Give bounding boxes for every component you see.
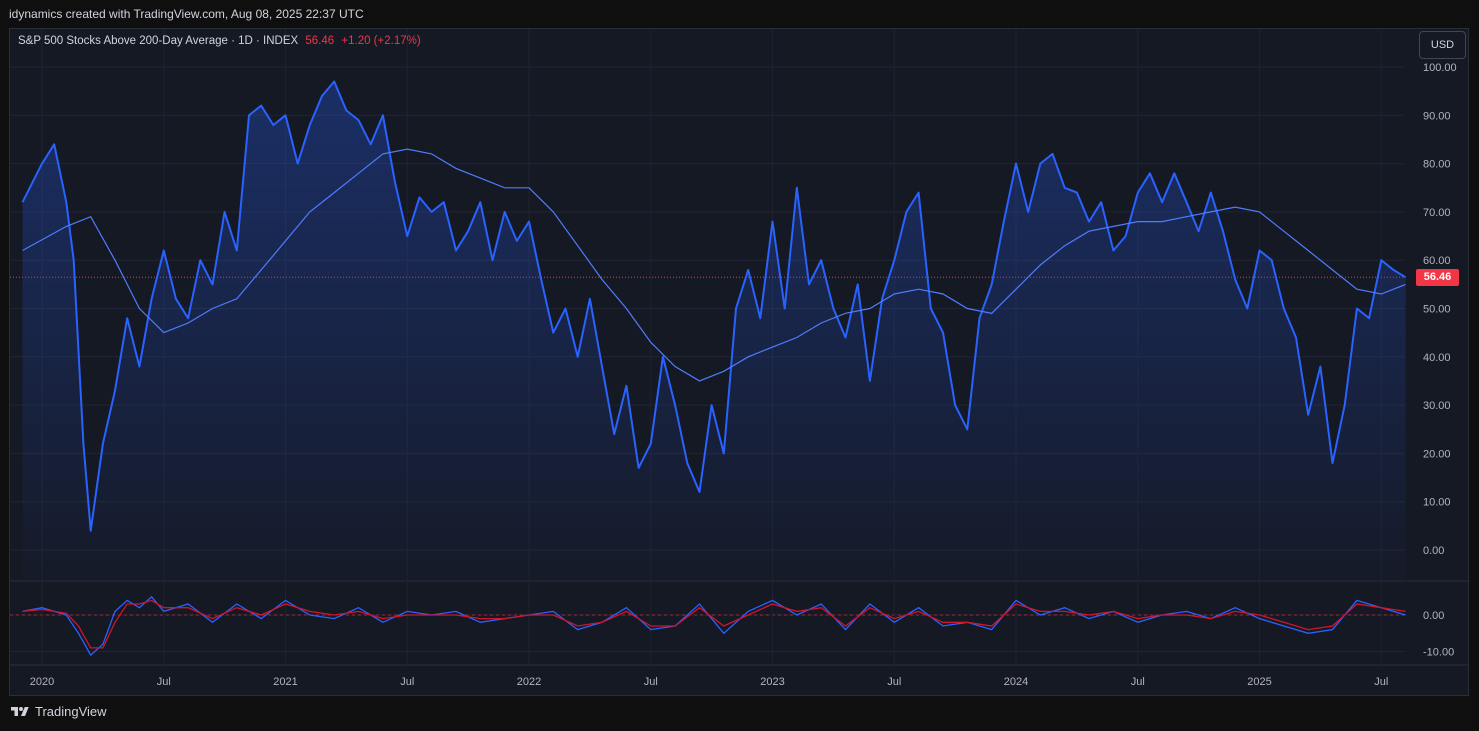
y-tick-label: 40.00	[1423, 352, 1451, 364]
footer-brand[interactable]: TradingView	[10, 704, 107, 719]
x-tick-label: Jul	[644, 676, 658, 688]
legend-symbol: S&P 500 Stocks Above 200-Day Average · 1…	[18, 35, 299, 47]
x-tick-label: Jul	[157, 676, 171, 688]
x-tick-label: 2025	[1247, 676, 1271, 688]
oscillator-blue-line	[22, 595, 1406, 657]
last-price-tag: 56.46	[1416, 269, 1459, 286]
x-tick-label: Jul	[1374, 676, 1388, 688]
osc-y-tick-label: 0.00	[1423, 610, 1444, 622]
y-tick-label: 90.00	[1423, 110, 1451, 122]
x-tick-label: Jul	[1131, 676, 1145, 688]
x-tick-label: Jul	[400, 676, 414, 688]
legend-change: +1.20 (+2.17%)	[341, 35, 421, 47]
y-tick-label: 0.00	[1423, 545, 1444, 557]
y-tick-label: 80.00	[1423, 159, 1451, 171]
x-tick-label: 2023	[760, 676, 784, 688]
y-tick-label: 60.00	[1423, 255, 1451, 267]
legend-last-value: 56.46	[305, 35, 335, 47]
x-tick-label: 2022	[517, 676, 541, 688]
main-series	[21, 80, 1407, 580]
y-tick-label: 70.00	[1423, 207, 1451, 219]
currency-button[interactable]: USD	[1419, 31, 1466, 59]
x-tick-label: Jul	[887, 676, 901, 688]
x-tick-label: 2021	[273, 676, 297, 688]
y-tick-label: 20.00	[1423, 448, 1451, 460]
main-area-fill	[22, 81, 1406, 580]
y-tick-label: 50.00	[1423, 304, 1451, 316]
legend[interactable]: S&P 500 Stocks Above 200-Day Average · 1…	[18, 35, 421, 47]
tradingview-logo-icon	[11, 706, 29, 716]
y-tick-label: 10.00	[1423, 497, 1451, 509]
oscillator-red-line	[22, 599, 1406, 649]
oscillator-series	[22, 595, 1406, 657]
chart-canvas[interactable]: 100.00 90.00 80.00 70.00 60.00 50.00 40.00 30.0…	[0, 0, 1479, 731]
footer-brand-label: TradingView	[35, 704, 107, 719]
y-tick-label: 30.00	[1423, 400, 1451, 412]
x-tick-label: 2024	[1004, 676, 1028, 688]
x-tick-label: 2020	[30, 676, 54, 688]
osc-y-tick-label: -10.00	[1423, 647, 1454, 659]
y-tick-label: 100.00	[1423, 62, 1457, 74]
